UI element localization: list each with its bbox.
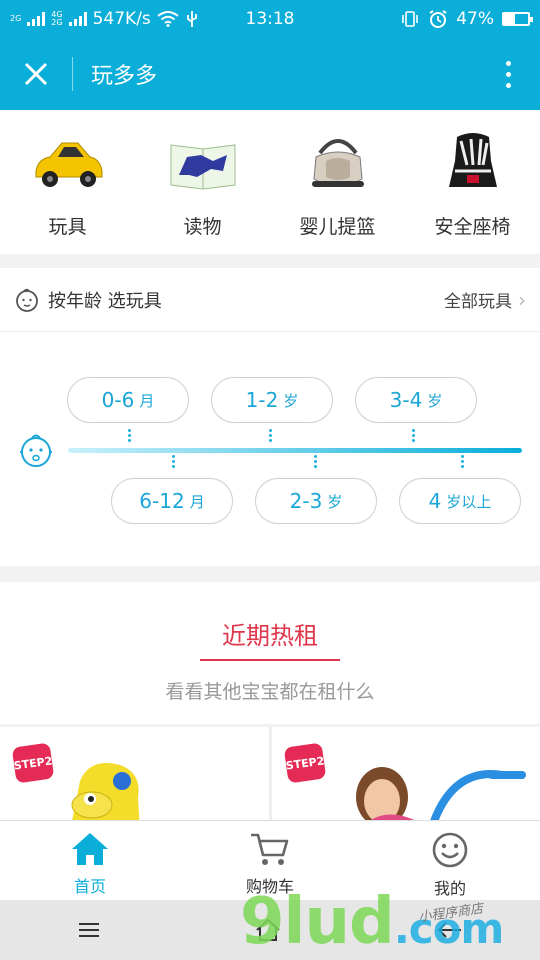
age-pill-unit: 月	[189, 492, 205, 511]
baby-timeline-icon	[16, 431, 56, 475]
age-pill-unit: 月	[139, 391, 155, 410]
vibrate-icon	[402, 11, 419, 27]
category-label: 读物	[183, 216, 222, 238]
all-toys-label: 全部玩具	[444, 292, 512, 312]
status-left: 2G 4G 2G 547K/s	[10, 9, 199, 29]
baby-face-icon	[16, 288, 38, 312]
step2-badge: STEP2	[283, 742, 326, 784]
menu-icon[interactable]	[77, 921, 101, 939]
age-pill-4-plus-years[interactable]: 4 岁以上	[399, 478, 521, 524]
category-books[interactable]: 读物	[135, 110, 270, 254]
car-seat-image	[433, 130, 513, 196]
category-car-seat[interactable]: 安全座椅	[405, 110, 540, 254]
signal-icon	[27, 12, 46, 26]
more-dot	[505, 71, 511, 77]
cart-icon	[251, 833, 289, 865]
watermark-main: 9lud	[240, 885, 395, 959]
timeline-connector	[461, 454, 464, 470]
age-pill-number: 3-4	[389, 388, 423, 412]
hot-rent-section: 近期热租 看看其他宝宝都在租什么	[0, 582, 540, 724]
more-dot	[505, 60, 511, 66]
battery-percent: 47%	[456, 9, 494, 29]
age-pill-3-4-years[interactable]: 3-4 岁	[355, 377, 477, 423]
wifi-icon	[157, 11, 179, 27]
watermark-logo: 9lud.com	[240, 885, 504, 959]
category-toys[interactable]: 玩具	[0, 110, 135, 254]
age-section-header: 按年龄 选玩具 全部玩具 ›	[0, 268, 540, 332]
age-section-title: 按年龄 选玩具	[48, 290, 162, 312]
age-pill-number: 2-3	[289, 489, 323, 513]
age-pill-number: 6-12	[139, 489, 185, 513]
book-image	[163, 130, 243, 196]
close-button[interactable]	[0, 38, 72, 110]
category-row: 玩具 读物 婴儿提篮 安全座椅	[0, 110, 540, 254]
home-icon	[72, 833, 108, 865]
product-image	[355, 767, 526, 820]
timeline-connector	[172, 454, 175, 470]
smiley-icon	[432, 832, 468, 868]
category-label: 安全座椅	[434, 216, 511, 238]
close-icon	[24, 62, 48, 86]
category-label: 玩具	[48, 216, 87, 238]
age-pill-unit: 岁	[327, 492, 343, 511]
step2-badge: STEP2	[11, 742, 55, 784]
age-pill-unit: 岁	[283, 391, 299, 410]
age-pill-6-12-months[interactable]: 6-12 月	[111, 478, 233, 524]
product-image	[71, 763, 140, 820]
age-pill-0-6-months[interactable]: 0-6 月	[67, 377, 189, 423]
all-toys-link[interactable]: 全部玩具 ›	[444, 287, 526, 313]
timeline-connector	[269, 428, 272, 444]
toy-car-image	[28, 130, 108, 196]
signal-icon-2	[68, 12, 87, 26]
hot-rent-title: 近期热租	[200, 616, 340, 661]
product-grid: STEP2 STEP2	[0, 727, 540, 820]
baby-carrier-image	[298, 130, 378, 196]
network-type-stack: 4G 2G	[51, 11, 62, 27]
battery-fill	[504, 14, 516, 24]
hot-rent-subtitle: 看看其他宝宝都在租什么	[165, 681, 375, 703]
network-type-label: 2G	[10, 14, 22, 23]
age-timeline	[68, 448, 522, 453]
tab-home[interactable]: 首页	[0, 821, 180, 900]
battery-icon	[502, 12, 533, 26]
category-baby-carrier[interactable]: 婴儿提篮	[270, 110, 405, 254]
category-label: 婴儿提篮	[299, 216, 376, 238]
tab-label: 首页	[73, 877, 106, 896]
more-button[interactable]	[476, 60, 540, 88]
age-section: 按年龄 选玩具 全部玩具 › 0-6 月 1-2 岁 3-4 岁 6-12 月 2-3 岁…	[0, 268, 540, 566]
age-pill-2-3-years[interactable]: 2-3 岁	[255, 478, 377, 524]
network-type-label-3: 2G	[51, 18, 63, 27]
timeline-connector	[412, 428, 415, 444]
product-card[interactable]: STEP2	[271, 727, 540, 820]
page-title: 玩多多	[91, 64, 158, 89]
more-dot	[505, 82, 511, 88]
age-pill-number: 0-6	[101, 388, 135, 412]
alarm-icon	[429, 10, 447, 28]
timeline-connector	[128, 428, 131, 444]
timeline-connector	[314, 454, 317, 470]
age-pill-unit: 岁以上	[446, 492, 492, 511]
usb-icon	[186, 11, 197, 27]
age-pill-number: 1-2	[245, 388, 279, 412]
nav-bar: 玩多多	[0, 38, 540, 110]
nav-divider	[72, 57, 73, 91]
status-right: 47%	[400, 9, 533, 29]
product-card[interactable]: STEP2	[0, 727, 269, 820]
age-pill-number: 4	[428, 489, 442, 513]
chevron-right-icon: ›	[518, 287, 526, 312]
status-bar: 2G 4G 2G 547K/s 13:18 47%	[0, 0, 540, 38]
age-pill-1-2-years[interactable]: 1-2 岁	[211, 377, 333, 423]
network-speed: 547K/s	[92, 9, 151, 29]
age-pill-unit: 岁	[427, 391, 443, 410]
